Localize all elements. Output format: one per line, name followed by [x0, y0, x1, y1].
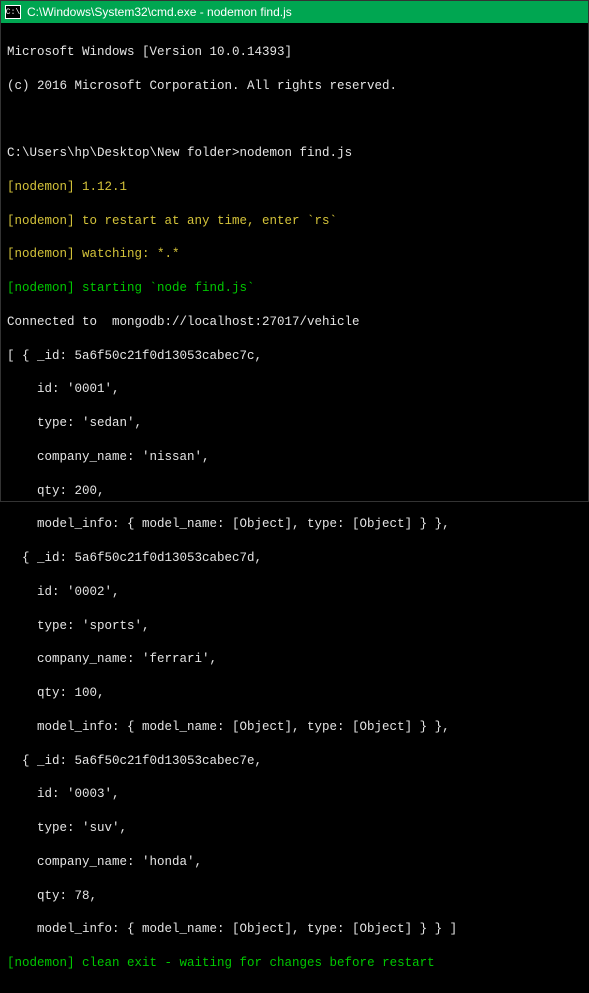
nodemon-starting-line: [nodemon] starting `node find.js` [7, 280, 582, 297]
output-line: type: 'suv', [7, 820, 582, 837]
output-line: model_info: { model_name: [Object], type… [7, 719, 582, 736]
nodemon-prefix: [nodemon] [7, 281, 75, 295]
output-line: company_name: 'ferrari', [7, 651, 582, 668]
output-line: qty: 100, [7, 685, 582, 702]
header-version: Microsoft Windows [Version 10.0.14393] [7, 44, 582, 61]
blank-line [7, 111, 582, 128]
nodemon-prefix: [nodemon] [7, 247, 75, 261]
window-title: C:\Windows\System32\cmd.exe - nodemon fi… [27, 5, 292, 19]
output-line: [ { _id: 5a6f50c21f0d13053cabec7c, [7, 348, 582, 365]
output-line: type: 'sedan', [7, 415, 582, 432]
header-copyright: (c) 2016 Microsoft Corporation. All righ… [7, 78, 582, 95]
output-line: qty: 200, [7, 483, 582, 500]
cmd-icon: C:\ [5, 5, 21, 19]
nodemon-version: 1.12.1 [75, 180, 128, 194]
nodemon-version-line: [nodemon] 1.12.1 [7, 179, 582, 196]
connected-line: Connected to mongodb://localhost:27017/v… [7, 314, 582, 331]
nodemon-prefix: [nodemon] [7, 956, 75, 970]
nodemon-restart-line: [nodemon] to restart at any time, enter … [7, 213, 582, 230]
output-line: id: '0003', [7, 786, 582, 803]
nodemon-watching: watching: *.* [75, 247, 180, 261]
window-titlebar[interactable]: C:\ C:\Windows\System32\cmd.exe - nodemo… [1, 1, 588, 23]
nodemon-prefix: [nodemon] [7, 214, 75, 228]
nodemon-starting: starting `node find.js` [75, 281, 255, 295]
nodemon-cleanexit-line: [nodemon] clean exit - waiting for chang… [7, 955, 582, 972]
prompt-command: nodemon find.js [240, 146, 353, 160]
output-line: { _id: 5a6f50c21f0d13053cabec7d, [7, 550, 582, 567]
output-line: model_info: { model_name: [Object], type… [7, 516, 582, 533]
output-line: company_name: 'nissan', [7, 449, 582, 466]
prompt-path: C:\Users\hp\Desktop\New folder> [7, 146, 240, 160]
output-line: id: '0002', [7, 584, 582, 601]
terminal-output: Microsoft Windows [Version 10.0.14393] (… [1, 23, 588, 993]
output-line: { _id: 5a6f50c21f0d13053cabec7e, [7, 753, 582, 770]
nodemon-restart: to restart at any time, enter `rs` [75, 214, 338, 228]
nodemon-watching-line: [nodemon] watching: *.* [7, 246, 582, 263]
output-line: model_info: { model_name: [Object], type… [7, 921, 582, 938]
nodemon-prefix: [nodemon] [7, 180, 75, 194]
output-line: type: 'sports', [7, 618, 582, 635]
output-line: qty: 78, [7, 888, 582, 905]
prompt-line: C:\Users\hp\Desktop\New folder>nodemon f… [7, 145, 582, 162]
output-line: id: '0001', [7, 381, 582, 398]
output-line: company_name: 'honda', [7, 854, 582, 871]
nodemon-clean-exit: clean exit - waiting for changes before … [75, 956, 435, 970]
